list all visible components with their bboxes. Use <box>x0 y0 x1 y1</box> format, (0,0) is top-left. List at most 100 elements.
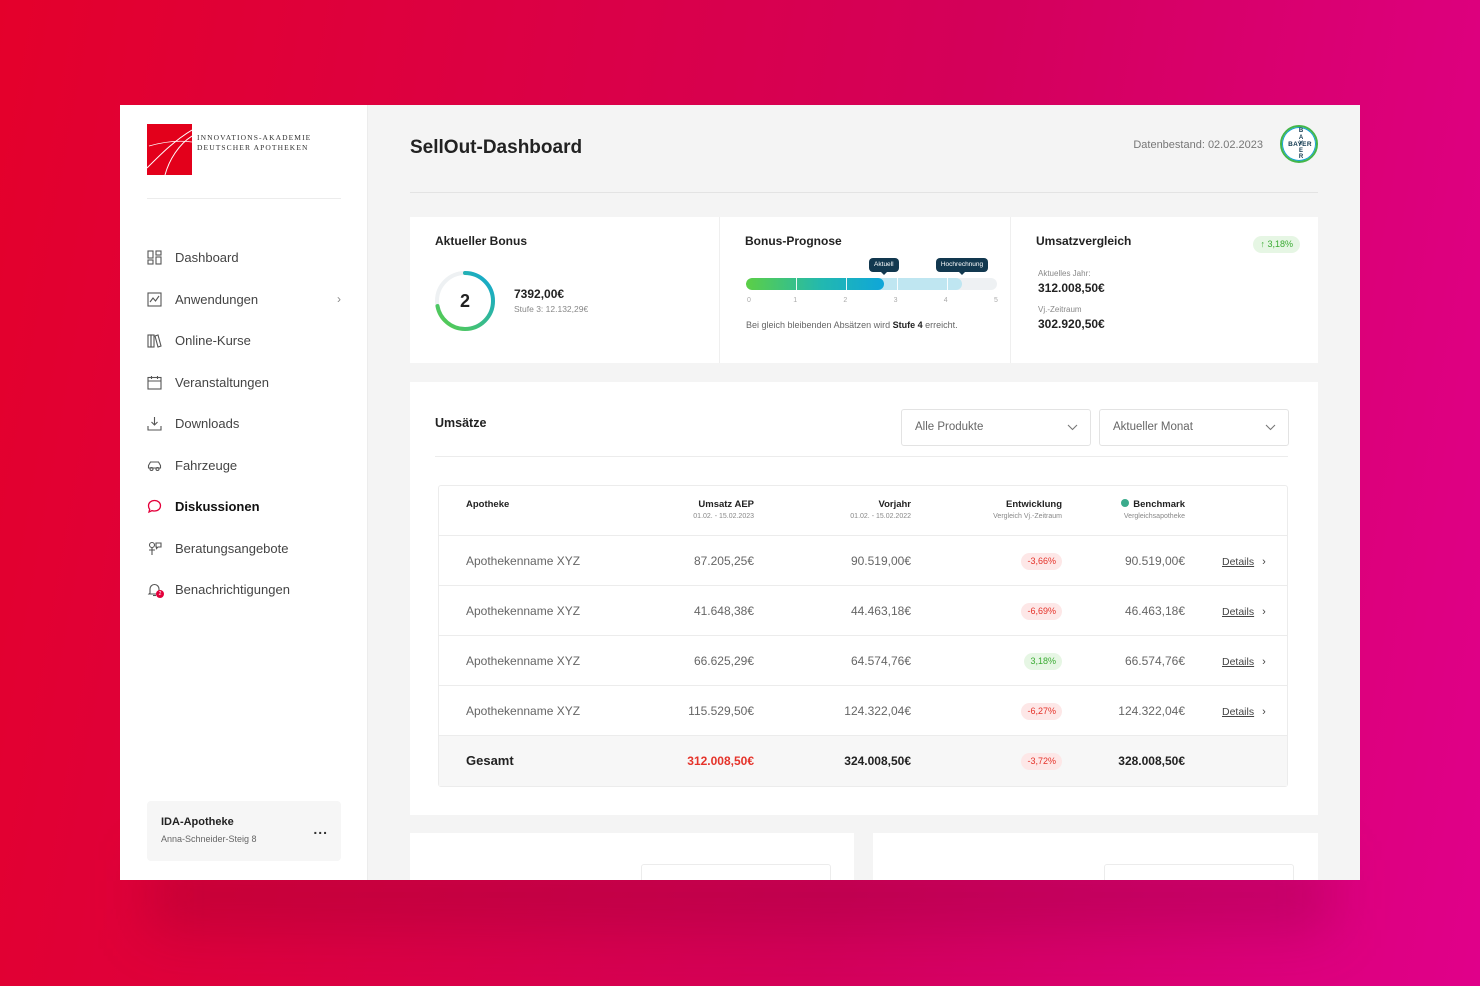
kpi-bonus-prognose: Bonus-Prognose Aktuell Hochrechnung 0 1 … <box>720 217 1011 363</box>
consult-icon <box>147 541 162 556</box>
current-year-label: Aktuelles Jahr: <box>1038 269 1091 278</box>
trend-badge: -3,66% <box>1021 553 1062 571</box>
profile-card[interactable]: IDA-Apotheke Anna-Schneider-Steig 8 ... <box>147 801 341 861</box>
dashboard-icon <box>147 250 162 265</box>
period-filter-value: Aktueller Monat <box>1113 421 1193 433</box>
info-icon[interactable] <box>1121 499 1130 508</box>
bonus-value: 7392,00€ <box>514 287 565 301</box>
previous-period-value: 302.920,50€ <box>1038 317 1105 331</box>
sales-table: Apotheke Umsatz AEP 01.02. - 15.02.2023 V… <box>438 485 1288 787</box>
apotheke-name: Apothekenname XYZ <box>466 704 581 718</box>
more-options-icon[interactable]: ... <box>313 821 328 837</box>
sidebar-item-veranstaltungen[interactable]: Veranstaltungen <box>147 362 341 404</box>
sidebar-item-online-kurse[interactable]: Online-Kurse <box>147 320 341 362</box>
sidebar-item-downloads[interactable]: Downloads <box>147 403 341 445</box>
benchmark-value: 66.574,76€ <box>1124 654 1185 668</box>
scale-label: 3 <box>893 297 898 304</box>
sidebar-divider <box>147 198 341 199</box>
total-entwicklung-cell: -3,72% <box>1021 736 1062 786</box>
table-row: Apothekenname XYZ 41.648,38€ 44.463,18€ … <box>439 586 1287 636</box>
growth-badge: ↑ 3,18% <box>1253 236 1300 253</box>
trend-badge: -3,72% <box>1021 753 1062 771</box>
trend-badge: -6,27% <box>1021 703 1062 721</box>
projection-marker-tag: Hochrechnung <box>935 258 989 275</box>
sidebar-item-label: Anwendungen <box>175 291 259 307</box>
card-select[interactable] <box>641 864 831 880</box>
chart-icon <box>147 292 162 307</box>
table-total-row: Gesamt 312.008,50€ 324.008,50€ -3,72% 32… <box>439 736 1287 786</box>
app-window: INNOVATIONS-AKADEMIE DEUTSCHER APOTHEKEN… <box>120 105 1360 880</box>
bell-icon: 2 <box>147 582 164 599</box>
scale-label: 1 <box>793 297 798 304</box>
sidebar-item-label: Veranstaltungen <box>175 374 269 390</box>
table-row: Apothekenname XYZ 87.205,25€ 90.519,00€ … <box>439 536 1287 586</box>
table-row: Apothekenname XYZ 115.529,50€ 124.322,04… <box>439 686 1287 736</box>
logo-line-1: INNOVATIONS-AKADEMIE <box>197 133 312 142</box>
sidebar-item-dashboard[interactable]: Dashboard <box>147 237 341 279</box>
progress-tick <box>946 278 948 290</box>
sidebar-item-anwendungen[interactable]: Anwendungen › <box>147 279 341 321</box>
entwicklung-cell: -6,27% <box>1021 686 1062 736</box>
chevron-right-icon: › <box>1262 606 1266 618</box>
scale-label: 0 <box>747 297 751 304</box>
chevron-down-icon <box>1265 410 1276 460</box>
sidebar-item-label: Diskussionen <box>175 499 260 515</box>
progress-tick <box>796 278 798 290</box>
prognose-note: Bei gleich bleibenden Absätzen wird Stuf… <box>746 320 958 330</box>
chevron-right-icon[interactable]: › <box>337 292 341 306</box>
period-filter-select[interactable]: Aktueller Monat <box>1099 409 1289 446</box>
sidebar: INNOVATIONS-AKADEMIE DEUTSCHER APOTHEKEN… <box>120 105 368 880</box>
profile-name: IDA-Apotheke <box>161 816 234 828</box>
vorjahr-value: 90.519,00€ <box>850 554 911 568</box>
bottom-card-left <box>410 833 854 880</box>
sidebar-item-label: Benachrichtigungen <box>175 582 290 598</box>
total-benchmark: 328.008,50€ <box>1118 754 1185 768</box>
details-link[interactable]: Details › <box>1222 586 1266 636</box>
card-select[interactable] <box>1104 864 1294 880</box>
details-link[interactable]: Details › <box>1222 536 1266 586</box>
chevron-right-icon: › <box>1262 706 1266 718</box>
trend-badge: 3,18% <box>1024 653 1062 671</box>
logo-text: INNOVATIONS-AKADEMIE DEUTSCHER APOTHEKEN <box>197 133 311 153</box>
chevron-right-icon: › <box>1262 556 1266 568</box>
bonus-level: 2 <box>459 291 470 311</box>
sidebar-item-fahrzeuge[interactable]: Fahrzeuge <box>147 445 341 487</box>
apotheke-name: Apothekenname XYZ <box>466 554 581 568</box>
chevron-right-icon: › <box>1262 656 1266 668</box>
bottom-card-right <box>873 833 1318 880</box>
total-umsatz: 312.008,50€ <box>687 754 754 768</box>
kpi-title: Bonus-Prognose <box>745 234 842 248</box>
sidebar-item-diskussionen[interactable]: Diskussionen <box>147 486 341 528</box>
sidebar-item-benachrichtigungen[interactable]: 2 Benachrichtigungen <box>147 569 341 611</box>
car-icon <box>147 458 162 473</box>
bayer-logo-horizontal: BAYER <box>1288 141 1312 148</box>
prognose-target-level: Stufe 4 <box>892 320 923 330</box>
umsatz-value: 66.625,29€ <box>693 654 754 668</box>
sidebar-nav: Dashboard Anwendungen › Online-Kurse Ver… <box>147 237 341 611</box>
umsatz-value: 87.205,25€ <box>693 554 754 568</box>
details-link[interactable]: Details › <box>1222 636 1266 686</box>
bayer-logo[interactable]: B A Y E R BAYER <box>1280 125 1318 163</box>
scale-label: 4 <box>943 297 948 304</box>
sidebar-item-label: Downloads <box>175 416 240 432</box>
umsatz-value: 115.529,50€ <box>688 704 754 718</box>
data-date: Datenbestand: 02.02.2023 <box>1133 139 1263 151</box>
calendar-icon <box>147 375 162 390</box>
sidebar-item-label: Fahrzeuge <box>175 457 238 473</box>
sidebar-item-beratungsangebote[interactable]: Beratungsangebote <box>147 528 341 570</box>
scale-label: 5 <box>994 297 998 304</box>
logo[interactable]: INNOVATIONS-AKADEMIE DEUTSCHER APOTHEKEN <box>147 124 311 175</box>
entwicklung-cell: 3,18% <box>1024 636 1062 686</box>
product-filter-select[interactable]: Alle Produkte <box>901 409 1091 446</box>
entwicklung-cell: -3,66% <box>1021 536 1062 586</box>
current-marker-tag: Aktuell <box>869 258 899 275</box>
main-content: SellOut-Dashboard Datenbestand: 02.02.20… <box>368 105 1360 880</box>
vorjahr-value: 44.463,18€ <box>850 604 911 618</box>
details-link[interactable]: Details › <box>1222 686 1266 736</box>
logo-mark-icon <box>147 124 192 175</box>
sidebar-item-label: Beratungsangebote <box>175 540 289 556</box>
chevron-down-icon <box>1067 410 1078 460</box>
books-icon <box>147 333 162 348</box>
download-icon <box>147 416 162 431</box>
apotheke-name: Apothekenname XYZ <box>466 654 581 668</box>
